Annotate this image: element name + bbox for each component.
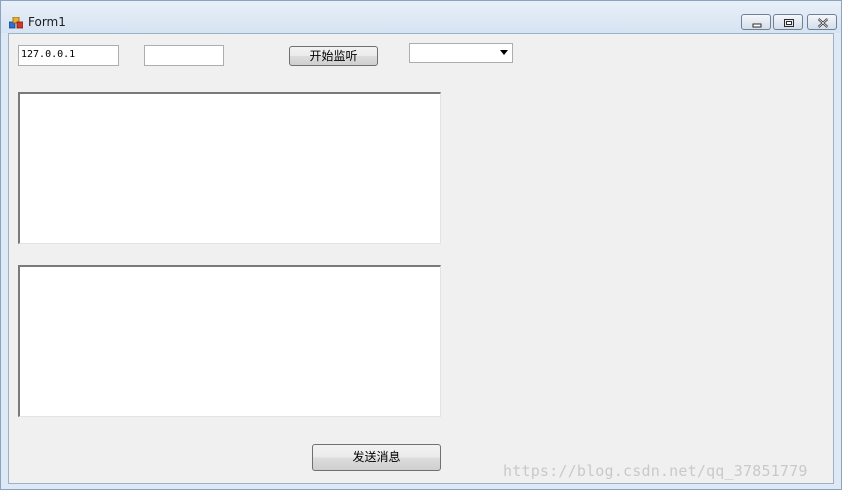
window-title: Form1 <box>28 15 66 29</box>
restore-button[interactable] <box>773 14 803 30</box>
maximize-icon <box>784 19 794 27</box>
message-input-textarea[interactable] <box>18 265 441 417</box>
watermark-text: https://blog.csdn.net/qq_37851779 <box>503 462 808 480</box>
close-button[interactable] <box>807 14 837 30</box>
form1-window: Form1 127.0.0.1 开始监听 发送消息 https://blog.c… <box>0 0 842 490</box>
minimize-button[interactable] <box>741 14 771 30</box>
client-select[interactable] <box>409 43 513 63</box>
message-log-textarea[interactable] <box>18 92 441 244</box>
start-listen-button[interactable]: 开始监听 <box>289 46 378 66</box>
close-icon <box>817 18 829 28</box>
dropdown-arrow-icon[interactable] <box>500 50 508 56</box>
minimize-icon <box>752 23 762 28</box>
send-message-button[interactable]: 发送消息 <box>312 444 441 471</box>
title-bar[interactable]: Form1 <box>1 1 841 33</box>
port-input[interactable] <box>144 45 224 66</box>
app-icon <box>8 14 24 29</box>
ip-address-input[interactable]: 127.0.0.1 <box>18 45 119 66</box>
form-client-area: 127.0.0.1 开始监听 发送消息 <box>8 33 834 484</box>
